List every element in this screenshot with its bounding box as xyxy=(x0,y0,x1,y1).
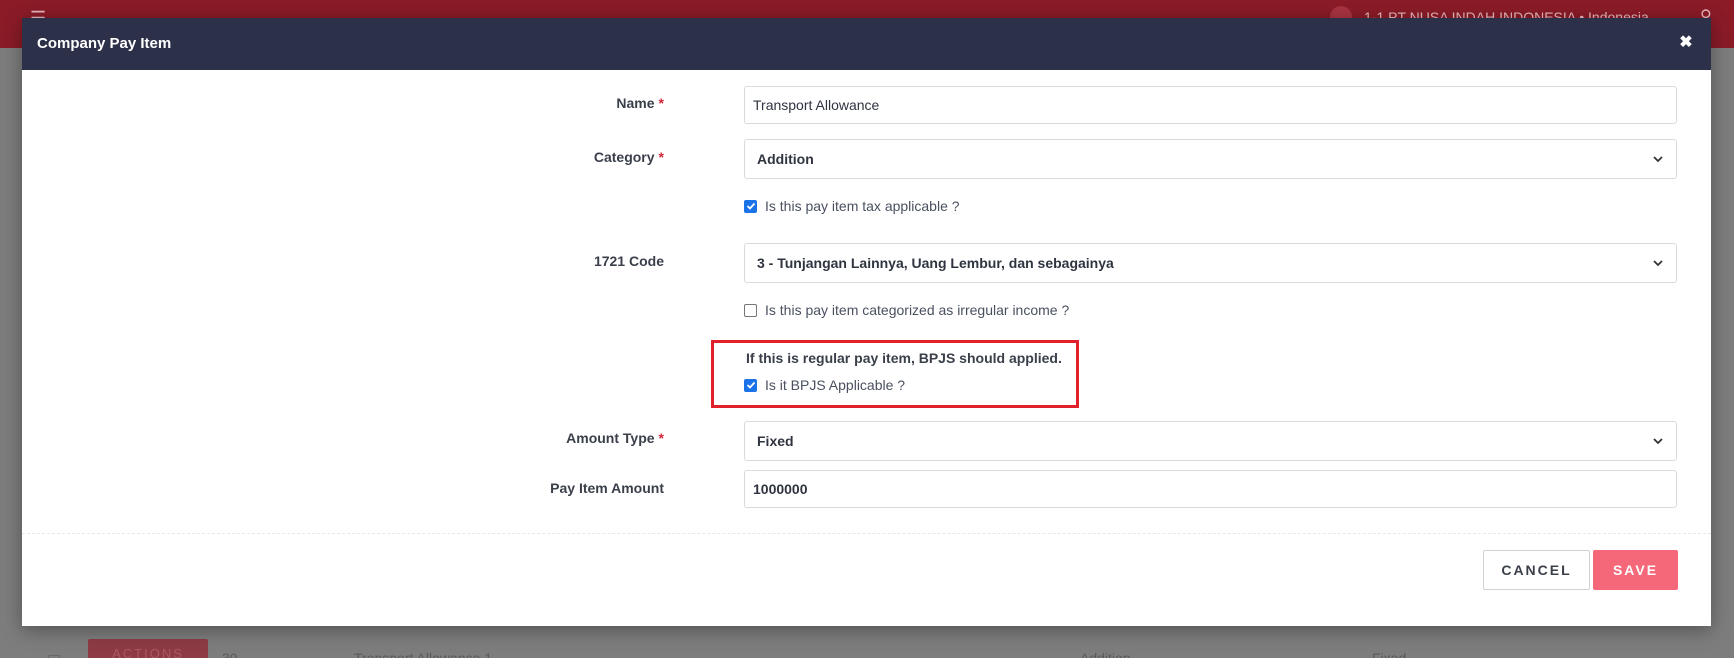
required-mark: * xyxy=(658,149,664,165)
irregular-income-row: Is this pay item categorized as irregula… xyxy=(744,302,1069,318)
amount-type-label-text: Amount Type xyxy=(566,430,655,446)
name-label-text: Name xyxy=(616,95,655,111)
bpjs-applicable-row: Is it BPJS Applicable ? xyxy=(744,377,905,393)
chevron-down-icon xyxy=(1653,260,1663,267)
save-button[interactable]: SAVE xyxy=(1593,550,1678,590)
category-label: Category * xyxy=(594,149,664,165)
modal-title: Company Pay Item xyxy=(37,35,172,52)
required-mark: * xyxy=(658,95,664,111)
chevron-down-icon xyxy=(1653,438,1663,445)
code-1721-select[interactable]: 3 - Tunjangan Lainnya, Uang Lembur, dan … xyxy=(744,243,1677,283)
tax-applicable-row: Is this pay item tax applicable ? xyxy=(744,198,960,214)
company-pay-item-modal: Company Pay Item ✖ Name* Category* Addit… xyxy=(22,18,1711,626)
amount-type-value: Fixed xyxy=(757,433,794,449)
bpjs-applicable-label: Is it BPJS Applicable ? xyxy=(765,377,906,393)
cancel-button[interactable]: CANCEL xyxy=(1483,550,1590,590)
tax-applicable-checkbox[interactable] xyxy=(744,199,757,213)
bpjs-applicable-checkbox[interactable] xyxy=(744,378,757,392)
close-icon[interactable]: ✖ xyxy=(1675,32,1697,54)
row-number: 30 xyxy=(222,650,238,658)
row-amount-type: Fixed xyxy=(1372,650,1407,658)
row-actions-button[interactable]: ACTIONS xyxy=(88,639,208,658)
irregular-income-label: Is this pay item categorized as irregula… xyxy=(765,302,1070,318)
check-icon xyxy=(746,202,755,210)
category-select[interactable]: Addition xyxy=(744,139,1677,179)
pay-item-amount-input[interactable] xyxy=(744,470,1677,508)
category-label-text: Category xyxy=(593,149,655,165)
code-1721-label: 1721 Code xyxy=(593,253,664,269)
required-mark: * xyxy=(658,430,664,446)
row-name: Transport Allowance 1 xyxy=(354,650,492,658)
amount-type-label: Amount Type * xyxy=(566,430,664,446)
check-icon xyxy=(746,381,755,389)
name-input[interactable] xyxy=(744,86,1677,124)
chevron-down-icon xyxy=(1653,156,1663,163)
pay-item-amount-label: Pay Item Amount xyxy=(550,480,664,496)
modal-header: Company Pay Item ✖ xyxy=(22,18,1711,70)
tax-applicable-label: Is this pay item tax applicable ? xyxy=(765,198,960,214)
footer-divider xyxy=(22,533,1711,534)
name-label: Name * xyxy=(616,95,664,111)
code-1721-value: 3 - Tunjangan Lainnya, Uang Lembur, dan … xyxy=(757,255,1114,271)
amount-type-select[interactable]: Fixed xyxy=(744,421,1677,461)
row-category: Addition xyxy=(1080,650,1131,658)
category-value: Addition xyxy=(757,151,814,167)
bpjs-note: If this is regular pay item, BPJS should… xyxy=(746,350,1062,366)
irregular-income-checkbox[interactable] xyxy=(744,303,757,317)
